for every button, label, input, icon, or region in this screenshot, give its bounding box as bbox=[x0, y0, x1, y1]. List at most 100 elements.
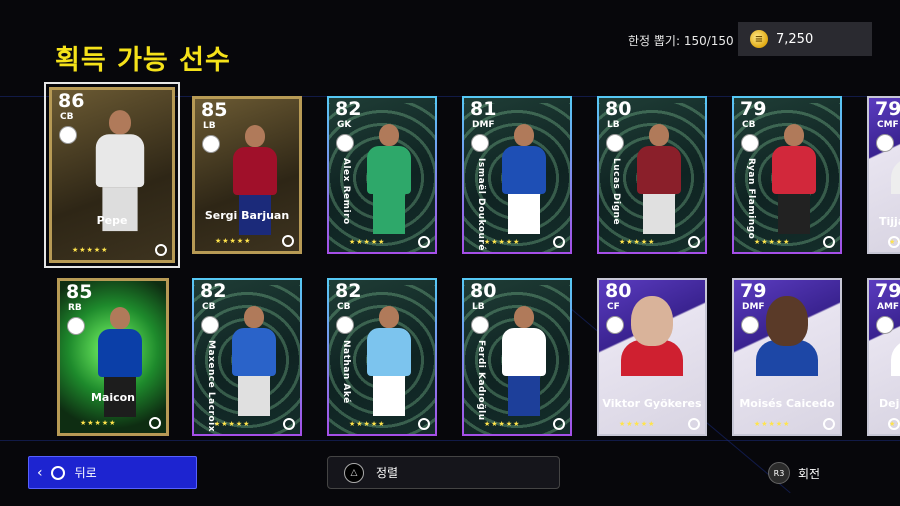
club-badge-icon bbox=[741, 134, 759, 152]
player-name: Maxence Lacroix bbox=[206, 340, 216, 433]
efootball-logo-icon bbox=[888, 418, 900, 430]
player-card[interactable]: 81 DMF Ismaël Doukouré ★★★★★ bbox=[462, 96, 572, 254]
player-name: Deja bbox=[879, 397, 900, 410]
rarity-stars-icon: ★★★★★ bbox=[215, 237, 252, 245]
club-badge-icon bbox=[201, 316, 219, 334]
player-rating: 82 bbox=[200, 280, 227, 302]
club-badge-icon bbox=[876, 316, 894, 334]
triangle-button-icon: △ bbox=[344, 462, 364, 483]
player-name: Moisés Caicedo bbox=[739, 397, 835, 410]
rarity-stars-icon: ★★★★★ bbox=[349, 420, 386, 428]
player-jersey bbox=[232, 328, 276, 376]
player-position: CF bbox=[607, 302, 620, 312]
player-position: CB bbox=[60, 112, 74, 122]
player-jersey bbox=[98, 329, 142, 377]
draw-counter: 한정 뽑기: 150/150 bbox=[628, 34, 734, 48]
club-badge-icon bbox=[471, 316, 489, 334]
player-portrait bbox=[621, 296, 683, 376]
player-figure bbox=[226, 306, 282, 424]
club-badge-icon bbox=[606, 316, 624, 334]
player-card[interactable]: 82 CB Nathan Aké ★★★★★ bbox=[327, 278, 437, 436]
efootball-logo-icon bbox=[418, 236, 430, 248]
player-shorts bbox=[373, 376, 405, 416]
player-jersey bbox=[367, 146, 411, 194]
efootball-logo-icon bbox=[553, 236, 565, 248]
efootball-logo-icon bbox=[418, 418, 430, 430]
player-rating: 82 bbox=[335, 280, 362, 302]
player-card[interactable]: 79 DMF Moisés Caicedo ★★★★★ bbox=[732, 278, 842, 436]
efootball-logo-icon bbox=[553, 418, 565, 430]
player-card[interactable]: 85 RB Maicon ★★★★★ bbox=[57, 278, 169, 436]
player-position: AMF bbox=[877, 302, 900, 312]
page-title: 획득 가능 선수 bbox=[55, 45, 231, 76]
sort-label: 정렬 bbox=[376, 466, 399, 480]
player-name: Ismaël Doukouré bbox=[476, 158, 486, 251]
player-card[interactable]: 82 GK Alex Remiro ★★★★★ bbox=[327, 96, 437, 254]
player-shorts bbox=[373, 194, 405, 234]
player-jersey bbox=[502, 146, 546, 194]
bg-line bbox=[0, 440, 900, 441]
player-position: RB bbox=[68, 303, 82, 313]
player-name: Ferdi Kadıoğlu bbox=[476, 340, 486, 421]
player-name: Alex Remiro bbox=[341, 158, 351, 225]
r3-button-icon: R3 bbox=[768, 462, 790, 484]
player-shorts bbox=[778, 194, 810, 234]
player-head bbox=[109, 110, 131, 135]
rarity-stars-icon: ★★★★★ bbox=[349, 238, 386, 246]
rotate-control[interactable]: R3 회전 bbox=[768, 462, 820, 484]
player-rating: 79 bbox=[875, 280, 900, 302]
rarity-stars-icon: ★★★★★ bbox=[484, 238, 521, 246]
player-card[interactable]: 79AMFDeja★★★★★ bbox=[867, 278, 900, 436]
player-rating: 80 bbox=[605, 98, 632, 120]
rarity-stars-icon: ★★★★★ bbox=[214, 420, 251, 428]
player-jersey bbox=[502, 328, 546, 376]
efootball-logo-icon bbox=[149, 417, 161, 429]
efootball-logo-icon bbox=[155, 244, 167, 256]
rarity-stars-icon: ★★★★★ bbox=[619, 420, 656, 428]
player-head bbox=[245, 125, 265, 147]
player-rating: 81 bbox=[470, 98, 497, 120]
club-badge-icon bbox=[876, 134, 894, 152]
player-rating: 80 bbox=[605, 280, 632, 302]
player-shorts bbox=[238, 376, 270, 416]
player-card[interactable]: 80 LB Ferdi Kadıoğlu ★★★★★ bbox=[462, 278, 572, 436]
player-head bbox=[379, 306, 399, 328]
player-rating: 79 bbox=[740, 98, 767, 120]
player-jersey bbox=[772, 146, 816, 194]
sort-button[interactable]: △ 정렬 bbox=[327, 456, 560, 489]
player-card[interactable]: 82 CB Maxence Lacroix ★★★★★ bbox=[192, 278, 302, 436]
back-button[interactable]: ‹ 뒤로 bbox=[28, 456, 197, 489]
player-jersey bbox=[95, 134, 145, 188]
player-head bbox=[766, 296, 808, 346]
player-name: Sergi Barjuan bbox=[204, 209, 290, 222]
rarity-stars-icon: ★★★★★ bbox=[619, 238, 656, 246]
rarity-stars-icon: ★★★★★ bbox=[754, 420, 791, 428]
coin-balance: ≡ 7,250 bbox=[738, 22, 872, 56]
player-jersey bbox=[637, 146, 681, 194]
player-shorts bbox=[643, 194, 675, 234]
player-shirt bbox=[891, 158, 900, 194]
player-shorts bbox=[508, 376, 540, 416]
player-figure bbox=[227, 125, 283, 243]
player-card[interactable]: 79CMFTijja★★★★★ bbox=[867, 96, 900, 254]
player-card[interactable]: 80 LB Lucas Digne ★★★★★ bbox=[597, 96, 707, 254]
player-head bbox=[110, 307, 130, 329]
player-card[interactable]: 80 CF Viktor Gyökeres ★★★★★ bbox=[597, 278, 707, 436]
club-badge-icon bbox=[471, 134, 489, 152]
efootball-logo-icon bbox=[823, 236, 835, 248]
player-position: GK bbox=[337, 120, 352, 130]
player-position: CMF bbox=[877, 120, 899, 130]
player-head bbox=[379, 124, 399, 146]
club-badge-icon bbox=[741, 316, 759, 334]
efootball-logo-icon bbox=[283, 418, 295, 430]
player-card[interactable]: 79 CB Ryan Flamingo ★★★★★ bbox=[732, 96, 842, 254]
coin-icon: ≡ bbox=[750, 30, 768, 48]
player-figure bbox=[361, 124, 417, 242]
efootball-logo-icon bbox=[688, 418, 700, 430]
player-card[interactable]: 86 CB Pepe ★★★★★ bbox=[44, 82, 180, 268]
player-rating: 79 bbox=[875, 98, 900, 120]
club-badge-icon bbox=[336, 316, 354, 334]
efootball-logo-icon bbox=[688, 236, 700, 248]
player-card[interactable]: 85 LB Sergi Barjuan ★★★★★ bbox=[192, 96, 302, 254]
circle-button-icon bbox=[50, 465, 65, 480]
